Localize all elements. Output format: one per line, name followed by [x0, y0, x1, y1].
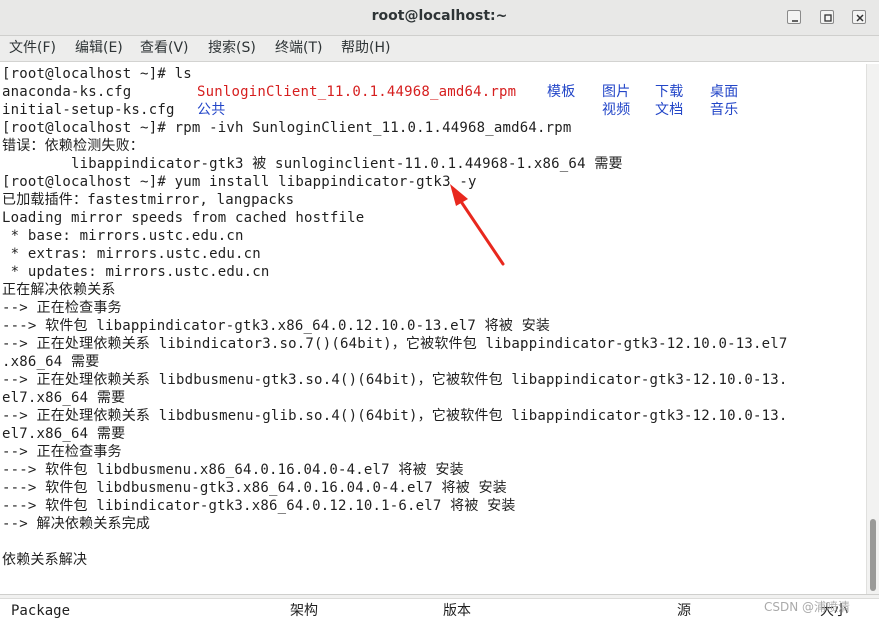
- terminal-line: ---> 软件包 libdbusmenu-gtk3.x86_64.0.16.04…: [2, 479, 507, 497]
- terminal-line: 已加载插件：fastestmirror, langpacks: [2, 191, 294, 209]
- terminal-text: * updates: mirrors.ustc.edu.cn: [2, 264, 270, 280]
- terminal-text: libappindicator-gtk3 被 sunloginclient-11…: [2, 156, 623, 172]
- terminal-line: .x86_64 需要: [2, 353, 99, 371]
- menu-help[interactable]: 帮助(H): [338, 36, 393, 61]
- terminal-line: [root@localhost ~]# rpm -ivh SunloginCli…: [2, 119, 572, 137]
- directory-name: 文档: [655, 102, 684, 118]
- terminal-line: * base: mirrors.ustc.edu.cn: [2, 227, 244, 245]
- minimize-icon: [792, 20, 798, 22]
- terminal-line: --> 正在检查事务: [2, 299, 122, 317]
- menu-bar: 文件(F) 编辑(E) 查看(V) 搜索(S) 终端(T) 帮助(H): [0, 36, 879, 62]
- terminal-line: ---> 软件包 libindicator-gtk3.x86_64.0.12.1…: [2, 497, 516, 515]
- terminal-text: --> 正在检查事务: [2, 444, 122, 460]
- terminal-line: --> 正在处理依赖关系 libindicator3.so.7()(64bit)…: [2, 335, 788, 353]
- terminal-line: el7.x86_64 需要: [2, 425, 125, 443]
- terminal-line: --> 正在处理依赖关系 libdbusmenu-gtk3.so.4()(64b…: [2, 371, 788, 389]
- terminal-line: --> 正在检查事务: [2, 443, 122, 461]
- terminal-line: 错误：依赖检测失败：: [2, 137, 144, 155]
- terminal-scrollbar[interactable]: [866, 64, 879, 594]
- col-version: 版本: [443, 603, 471, 619]
- terminal-text: ---> 软件包 libdbusmenu.x86_64.0.16.04.0-4.…: [2, 462, 464, 478]
- terminal-line: ---> 软件包 libdbusmenu.x86_64.0.16.04.0-4.…: [2, 461, 464, 479]
- minimize-button[interactable]: [787, 10, 801, 24]
- col-repo: 源: [677, 603, 691, 619]
- terminal-line: libappindicator-gtk3 被 sunloginclient-11…: [2, 155, 623, 173]
- terminal-text: --> 正在处理依赖关系 libdbusmenu-gtk3.so.4()(64b…: [2, 372, 788, 388]
- terminal-line: el7.x86_64 需要: [2, 389, 125, 407]
- terminal-line: Loading mirror speeds from cached hostfi…: [2, 209, 364, 227]
- terminal-text: ---> 软件包 libdbusmenu-gtk3.x86_64.0.16.04…: [2, 480, 507, 496]
- menu-file[interactable]: 文件(F): [6, 36, 59, 61]
- directory-name: 视频: [602, 102, 631, 118]
- terminal-text: 错误：依赖检测失败：: [2, 138, 144, 154]
- terminal-text: --> 正在处理依赖关系 libdbusmenu-glib.so.4()(64b…: [2, 408, 788, 424]
- maximize-button[interactable]: [820, 10, 834, 24]
- file-name: initial-setup-ks.cfg: [2, 102, 175, 118]
- scrollbar-thumb[interactable]: [870, 519, 876, 591]
- terminal-text: Loading mirror speeds from cached hostfi…: [2, 210, 365, 226]
- directory-name: 音乐: [710, 102, 739, 118]
- terminal-text: ---> 软件包 libindicator-gtk3.x86_64.0.12.1…: [2, 498, 516, 514]
- csdn-watermark: CSDN @浦喷清: [764, 600, 851, 614]
- menu-search[interactable]: 搜索(S): [205, 36, 259, 61]
- terminal-line: ---> 软件包 libappindicator-gtk3.x86_64.0.1…: [2, 317, 550, 335]
- directory-name: 公共: [197, 102, 226, 118]
- window-title: root@localhost:~: [371, 8, 508, 24]
- terminal-text: --> 正在处理依赖关系 libindicator3.so.7()(64bit)…: [2, 336, 788, 352]
- window-titlebar[interactable]: root@localhost:~: [0, 0, 879, 36]
- menu-terminal[interactable]: 终端(T): [272, 36, 325, 61]
- terminal-text: ---> 软件包 libappindicator-gtk3.x86_64.0.1…: [2, 318, 551, 334]
- terminal-line: --> 正在处理依赖关系 libdbusmenu-glib.so.4()(64b…: [2, 407, 788, 425]
- terminal-text: 依赖关系解决: [2, 552, 88, 568]
- terminal-line: [root@localhost ~]# yum install libappin…: [2, 173, 477, 191]
- close-button[interactable]: [852, 10, 866, 24]
- terminal-text: [root@localhost ~]# ls: [2, 66, 192, 82]
- directory-name: 下载: [655, 84, 684, 100]
- directory-name: 图片: [602, 84, 631, 100]
- rpm-file-name: SunloginClient_11.0.1.44968_amd64.rpm: [197, 84, 517, 100]
- directory-name: 桌面: [710, 84, 739, 100]
- terminal-text: --> 解决依赖关系完成: [2, 516, 151, 532]
- bottom-pane-header: Package 架构 版本 源 大小: [0, 599, 879, 623]
- terminal-text: * extras: mirrors.ustc.edu.cn: [2, 246, 261, 262]
- terminal-line: * extras: mirrors.ustc.edu.cn: [2, 245, 261, 263]
- menu-edit[interactable]: 编辑(E): [72, 36, 126, 61]
- close-icon: [856, 14, 864, 22]
- terminal-output[interactable]: [root@localhost ~]# ls anaconda-ks.cfg Sun…: [0, 64, 866, 594]
- terminal-text: --> 正在检查事务: [2, 300, 122, 316]
- maximize-icon: [824, 14, 832, 22]
- terminal-line: 依赖关系解决: [2, 551, 87, 569]
- col-arch: 架构: [290, 603, 318, 619]
- terminal-text: * base: mirrors.ustc.edu.cn: [2, 228, 244, 244]
- file-name: anaconda-ks.cfg: [2, 84, 132, 100]
- terminal-text: el7.x86_64 需要: [2, 390, 126, 406]
- terminal-line: --> 解决依赖关系完成: [2, 515, 150, 533]
- terminal-text: 已加载插件：fastestmirror, langpacks: [2, 192, 295, 208]
- menu-view[interactable]: 查看(V): [137, 36, 192, 61]
- terminal-text: 正在解决依赖关系: [2, 282, 116, 298]
- terminal-text: .x86_64 需要: [2, 354, 100, 370]
- col-package: Package: [11, 603, 71, 619]
- terminal-line: 正在解决依赖关系: [2, 281, 116, 299]
- terminal-text: [root@localhost ~]# rpm -ivh SunloginCli…: [2, 120, 572, 136]
- terminal-text: el7.x86_64 需要: [2, 426, 126, 442]
- terminal-text: [root@localhost ~]# yum install libappin…: [2, 174, 477, 190]
- terminal-line: [root@localhost ~]# ls: [2, 65, 192, 83]
- terminal-line: * updates: mirrors.ustc.edu.cn: [2, 263, 270, 281]
- directory-name: 模板: [547, 84, 576, 100]
